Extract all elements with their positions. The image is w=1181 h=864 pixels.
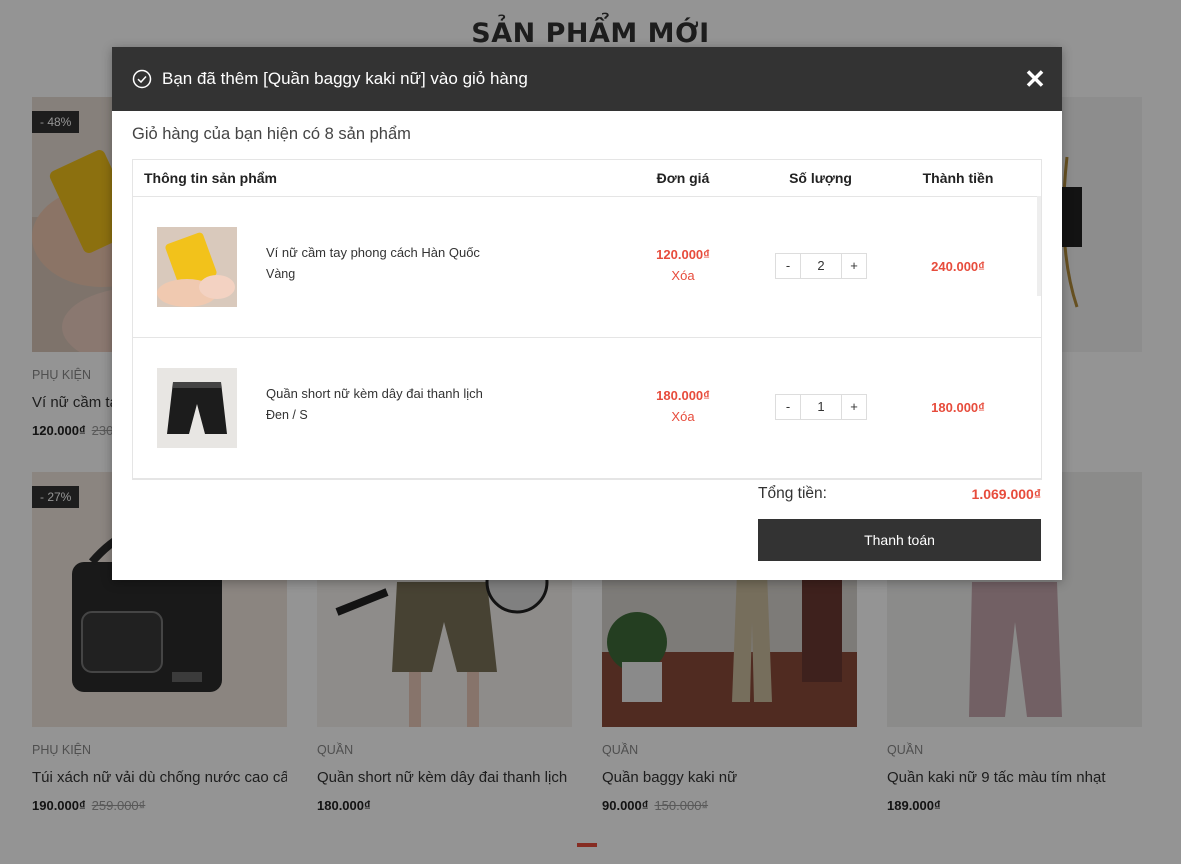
- close-button[interactable]: ✕: [1022, 66, 1048, 93]
- header-unit-price: Đơn giá: [656, 170, 710, 186]
- cart-item-variant: Vàng: [266, 267, 296, 281]
- cart-item-image[interactable]: [157, 368, 237, 448]
- check-circle-icon: [132, 69, 152, 89]
- cart-item-image[interactable]: [157, 227, 237, 307]
- header-total: Thành tiền: [922, 170, 994, 186]
- total-label: Tổng tiền:: [758, 485, 827, 502]
- header-quantity: Số lượng: [789, 170, 852, 186]
- cart-item-name[interactable]: Ví nữ cầm tay phong cách Hàn Quốc: [266, 245, 480, 260]
- added-to-cart-message: Bạn đã thêm [Quần baggy kaki nữ] vào giỏ…: [162, 69, 528, 88]
- cart-item-line-total: 240.000₫: [931, 259, 985, 274]
- cart-item-line-total: 180.000₫: [931, 400, 985, 415]
- decrease-quantity-button[interactable]: -: [775, 253, 801, 279]
- quantity-stepper: - 2 +: [775, 253, 867, 279]
- quantity-input[interactable]: 2: [801, 253, 841, 279]
- cart-item-unit-price: 120.000₫: [656, 247, 710, 262]
- table-header: Thông tin sản phẩm Đơn giá Số lượng Thàn…: [133, 160, 1041, 197]
- cart-item-unit-price: 180.000₫: [656, 388, 710, 403]
- cart-modal: Bạn đã thêm [Quần baggy kaki nữ] vào giỏ…: [112, 47, 1062, 580]
- quantity-stepper: - 1 +: [775, 394, 867, 420]
- increase-quantity-button[interactable]: +: [841, 394, 867, 420]
- cart-table: Thông tin sản phẩm Đơn giá Số lượng Thàn…: [132, 159, 1042, 480]
- table-row: Quần short nữ kèm dây đai thanh lịch Đen…: [133, 338, 1041, 479]
- table-scrollbar[interactable]: [1037, 196, 1041, 296]
- decrease-quantity-button[interactable]: -: [775, 394, 801, 420]
- remove-item-link[interactable]: Xóa: [623, 268, 743, 283]
- remove-item-link[interactable]: Xóa: [623, 409, 743, 424]
- cart-count-text: Giỏ hàng của bạn hiện có 8 sản phẩm: [132, 125, 411, 143]
- increase-quantity-button[interactable]: +: [841, 253, 867, 279]
- cart-item-variant: Đen / S: [266, 408, 308, 422]
- cart-item-name[interactable]: Quần short nữ kèm dây đai thanh lịch: [266, 386, 483, 401]
- header-product: Thông tin sản phẩm: [144, 170, 277, 186]
- table-row: Ví nữ cầm tay phong cách Hàn Quốc Vàng 1…: [133, 197, 1041, 338]
- modal-header: Bạn đã thêm [Quần baggy kaki nữ] vào giỏ…: [112, 47, 1062, 111]
- checkout-button[interactable]: Thanh toán: [758, 519, 1041, 561]
- total-value: 1.069.000₫: [971, 486, 1041, 502]
- quantity-input[interactable]: 1: [801, 394, 841, 420]
